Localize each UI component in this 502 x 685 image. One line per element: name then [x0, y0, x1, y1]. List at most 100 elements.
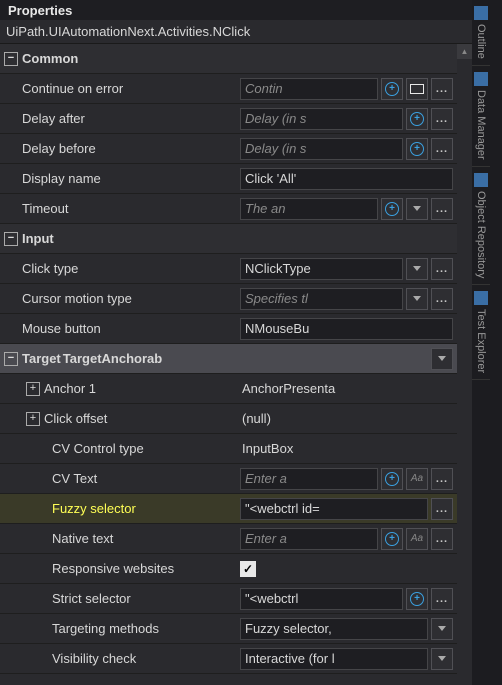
ellipsis-button[interactable]: ... [431, 288, 453, 310]
prop-label: Click type [22, 261, 240, 276]
prop-label: Targeting methods [52, 621, 240, 636]
prop-label: Responsive websites [52, 561, 240, 576]
side-tab-outline[interactable]: Outline [472, 0, 490, 66]
target-value: TargetAnchorab [61, 351, 428, 366]
category-label: Input [22, 231, 54, 246]
font-button[interactable]: Aa [406, 468, 428, 490]
expand-icon[interactable]: + [26, 382, 40, 396]
prop-value: InputBox [240, 441, 453, 456]
prop-fuzzy-selector: Fuzzy selector "<webctrl id= ... [0, 494, 457, 524]
prop-timeout: Timeout The an ... [0, 194, 457, 224]
ellipsis-button[interactable]: ... [431, 78, 453, 100]
ellipsis-button[interactable]: ... [431, 498, 453, 520]
value-input[interactable]: Fuzzy selector, [240, 618, 428, 640]
plus-button[interactable] [406, 108, 428, 130]
value-input[interactable]: "<webctrl id= [240, 498, 428, 520]
prop-visibility-check: Visibility check Interactive (for l [0, 644, 457, 674]
properties-panel: Properties UiPath.UIAutomationNext.Activ… [0, 0, 472, 685]
prop-label: Click offset [44, 411, 240, 426]
prop-click-offset: + Click offset (null) [0, 404, 457, 434]
category-common[interactable]: − Common [0, 44, 457, 74]
ellipsis-button[interactable]: ... [431, 258, 453, 280]
value-input[interactable]: Delay (in s [240, 138, 403, 160]
prop-label: Anchor 1 [44, 381, 240, 396]
vertical-scrollbar[interactable]: ▲ [457, 44, 472, 684]
prop-targeting-methods: Targeting methods Fuzzy selector, [0, 614, 457, 644]
prop-native-text: Native text Enter a Aa ... [0, 524, 457, 554]
prop-click-type: Click type NClickType ... [0, 254, 457, 284]
plus-button[interactable] [406, 138, 428, 160]
value-input[interactable]: Enter a [240, 528, 378, 550]
side-tab-test-explorer[interactable]: Test Explorer [472, 285, 490, 380]
panel-title-bar: Properties [0, 0, 472, 20]
collapse-icon[interactable]: − [4, 232, 18, 246]
activity-class-path: UiPath.UIAutomationNext.Activities.NClic… [0, 20, 472, 44]
prop-label: Delay after [22, 111, 240, 126]
dropdown-button[interactable] [406, 288, 428, 310]
prop-display-name: Display name Click 'All' [0, 164, 457, 194]
category-label: Target [22, 351, 61, 366]
prop-value: AnchorPresenta [240, 381, 453, 396]
value-input[interactable]: "<webctrl [240, 588, 403, 610]
prop-label: Cursor motion type [22, 291, 240, 306]
value-input[interactable]: Specifies tl [240, 288, 403, 310]
value-input[interactable]: Contin [240, 78, 378, 100]
prop-responsive-websites: Responsive websites ✓ [0, 554, 457, 584]
ellipsis-button[interactable]: ... [431, 198, 453, 220]
dropdown-button[interactable] [406, 258, 428, 280]
value-input[interactable]: NClickType [240, 258, 403, 280]
plus-button[interactable] [381, 78, 403, 100]
prop-label: Mouse button [22, 321, 240, 336]
ellipsis-button[interactable]: ... [431, 588, 453, 610]
subcategory-target[interactable]: − Target TargetAnchorab [0, 344, 457, 374]
value-input[interactable]: Delay (in s [240, 108, 403, 130]
prop-label: Display name [22, 171, 240, 186]
expand-icon[interactable]: + [26, 412, 40, 426]
toggle-button[interactable] [406, 78, 428, 100]
value-input[interactable]: Enter a [240, 468, 378, 490]
value-input[interactable]: The an [240, 198, 378, 220]
tab-icon [474, 6, 488, 20]
dropdown-button[interactable] [431, 618, 453, 640]
plus-button[interactable] [381, 528, 403, 550]
prop-anchor-1: + Anchor 1 AnchorPresenta [0, 374, 457, 404]
properties-content: − Common Continue on error Contin ... De… [0, 44, 472, 674]
font-button[interactable]: Aa [406, 528, 428, 550]
plus-button[interactable] [381, 468, 403, 490]
ellipsis-button[interactable]: ... [431, 528, 453, 550]
side-tab-data-manager[interactable]: Data Manager [472, 66, 490, 167]
prop-strict-selector: Strict selector "<webctrl ... [0, 584, 457, 614]
ellipsis-button[interactable]: ... [431, 108, 453, 130]
prop-label: Strict selector [52, 591, 240, 606]
prop-cursor-motion: Cursor motion type Specifies tl ... [0, 284, 457, 314]
prop-label: Native text [52, 531, 240, 546]
value-input[interactable]: Interactive (for l [240, 648, 428, 670]
value-input[interactable]: NMouseBu [240, 318, 453, 340]
ellipsis-button[interactable]: ... [431, 138, 453, 160]
prop-label: Timeout [22, 201, 240, 216]
prop-value: (null) [240, 411, 453, 426]
value-input[interactable]: Click 'All' [240, 168, 453, 190]
dropdown-button[interactable] [406, 198, 428, 220]
dropdown-button[interactable] [431, 648, 453, 670]
tab-icon [474, 173, 488, 187]
prop-label: CV Control type [52, 441, 240, 456]
plus-button[interactable] [406, 588, 428, 610]
side-tab-object-repository[interactable]: Object Repository [472, 167, 490, 285]
prop-label: Delay before [22, 141, 240, 156]
plus-button[interactable] [381, 198, 403, 220]
prop-cv-text: CV Text Enter a Aa ... [0, 464, 457, 494]
scroll-up-button[interactable]: ▲ [457, 44, 472, 59]
collapse-icon[interactable]: − [4, 352, 18, 366]
category-input[interactable]: − Input [0, 224, 457, 254]
dropdown-button[interactable] [431, 348, 453, 370]
prop-label: Fuzzy selector [52, 501, 240, 516]
prop-cv-control-type: CV Control type InputBox [0, 434, 457, 464]
collapse-icon[interactable]: − [4, 52, 18, 66]
panel-title: Properties [8, 3, 72, 18]
checkbox[interactable]: ✓ [240, 561, 256, 577]
ellipsis-button[interactable]: ... [431, 468, 453, 490]
prop-continue-on-error: Continue on error Contin ... [0, 74, 457, 104]
prop-label: CV Text [52, 471, 240, 486]
tab-icon [474, 291, 488, 305]
